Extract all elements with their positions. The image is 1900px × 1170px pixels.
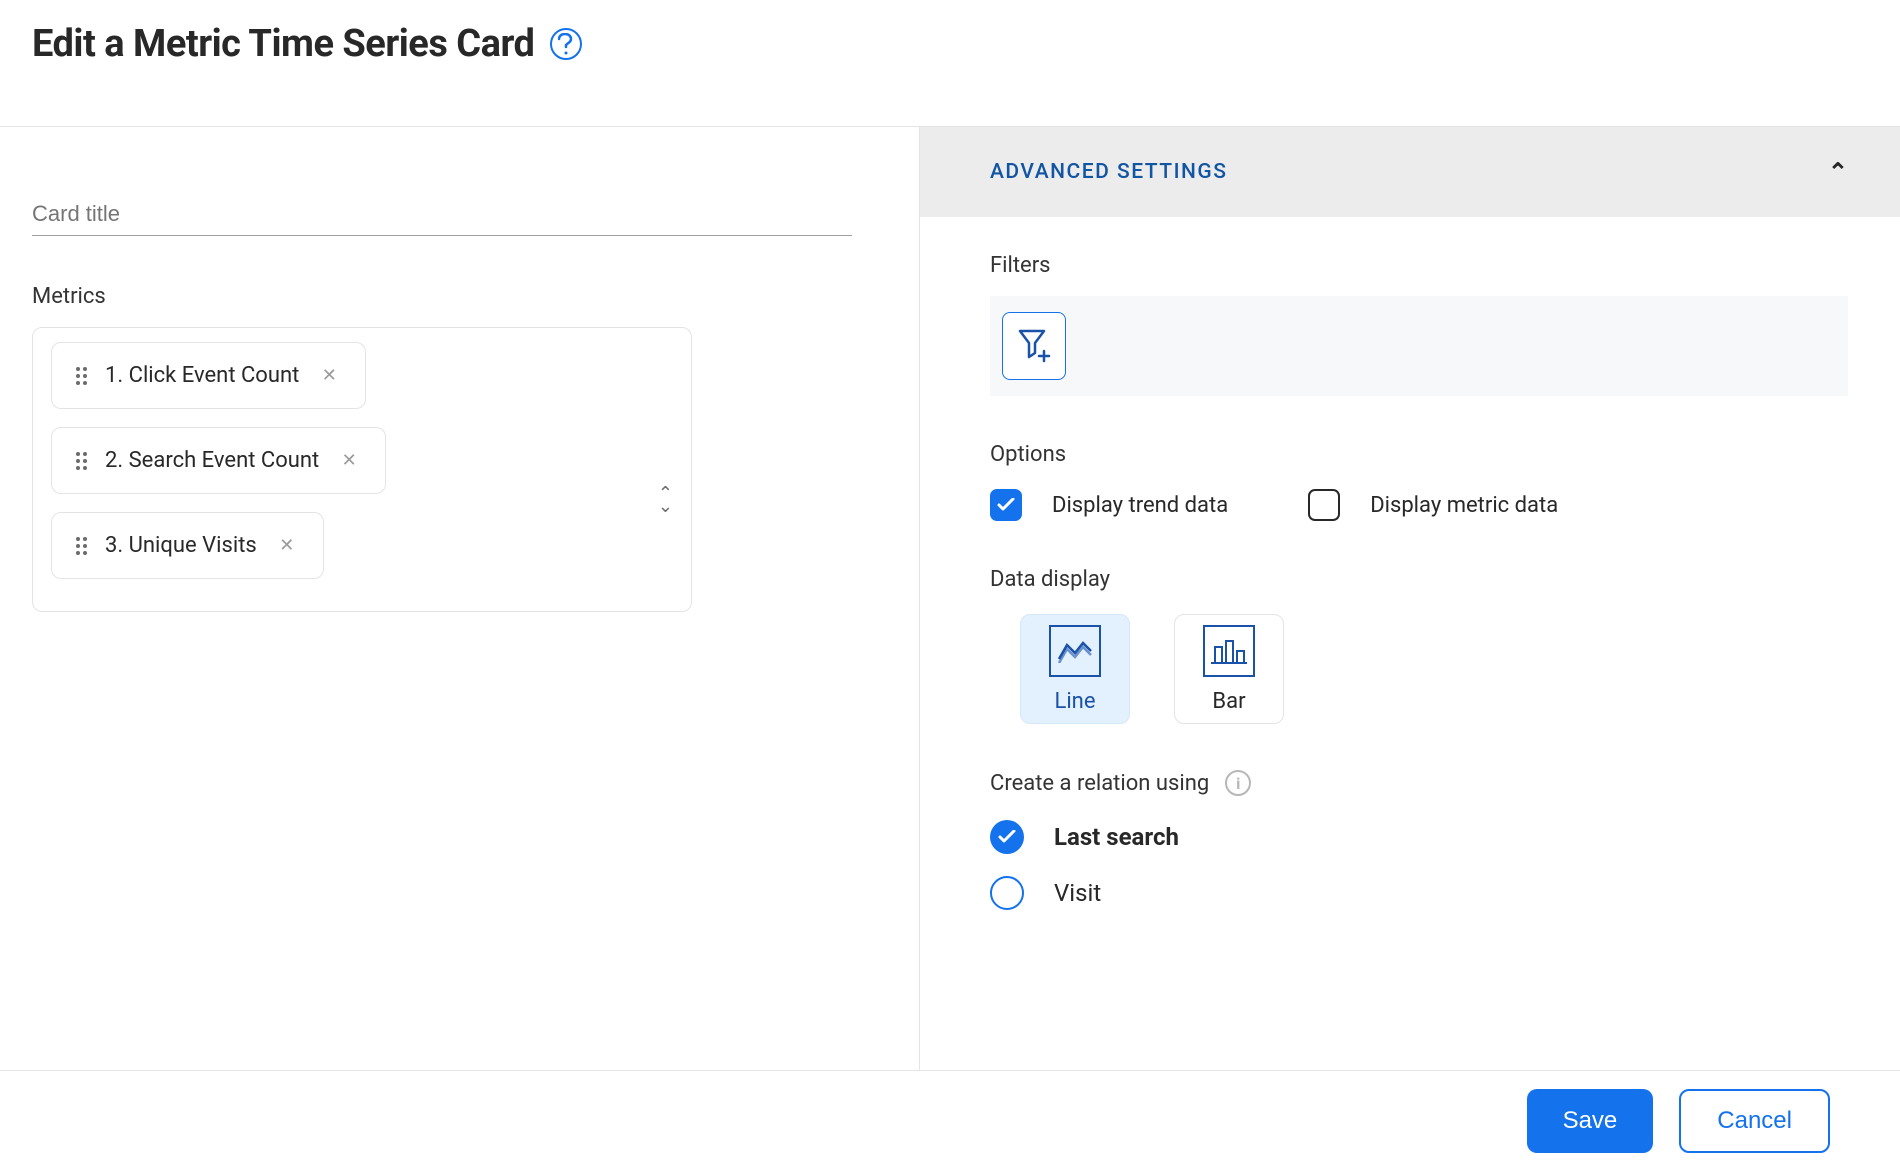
sort-caret-icon[interactable]: ⌃⌄ bbox=[658, 488, 673, 513]
radio-selected-icon bbox=[990, 820, 1024, 854]
data-display-line-label: Line bbox=[1054, 689, 1095, 714]
metrics-list: 1. Click Event Count ✕ 2. Search Event C… bbox=[32, 327, 692, 612]
radio-unselected-icon bbox=[990, 876, 1024, 910]
metric-item[interactable]: 1. Click Event Count ✕ bbox=[51, 342, 366, 409]
relation-last-search-label: Last search bbox=[1054, 823, 1179, 851]
display-metric-checkbox[interactable]: Display metric data bbox=[1308, 489, 1558, 521]
left-pane: Metrics 1. Click Event Count ✕ 2. Search… bbox=[0, 127, 920, 1070]
filters-box bbox=[990, 296, 1848, 396]
relation-label: Create a relation using bbox=[990, 771, 1209, 796]
drag-handle-icon[interactable] bbox=[76, 452, 87, 470]
relation-visit[interactable]: Visit bbox=[990, 876, 1848, 910]
info-icon[interactable]: i bbox=[1225, 770, 1251, 796]
data-display-line[interactable]: Line bbox=[1020, 614, 1130, 724]
advanced-settings-header[interactable]: ADVANCED SETTINGS ⌃ bbox=[920, 127, 1900, 217]
data-display-bar-label: Bar bbox=[1212, 689, 1245, 714]
drag-handle-icon[interactable] bbox=[76, 367, 87, 385]
relation-last-search[interactable]: Last search bbox=[990, 820, 1848, 854]
checkbox-checked-icon bbox=[990, 489, 1022, 521]
display-metric-label: Display metric data bbox=[1370, 493, 1558, 518]
page-header: Edit a Metric Time Series Card bbox=[0, 0, 1900, 66]
metric-label: 2. Search Event Count bbox=[105, 448, 319, 473]
drag-handle-icon[interactable] bbox=[76, 537, 87, 555]
checkbox-unchecked-icon bbox=[1308, 489, 1340, 521]
options-label: Options bbox=[990, 442, 1848, 467]
remove-metric-icon[interactable]: ✕ bbox=[337, 449, 361, 473]
data-display-bar[interactable]: Bar bbox=[1174, 614, 1284, 724]
metric-item[interactable]: 2. Search Event Count ✕ bbox=[51, 427, 386, 494]
question-mark-icon bbox=[558, 33, 574, 55]
line-chart-icon bbox=[1049, 625, 1101, 677]
chevron-up-icon: ⌃ bbox=[1828, 158, 1848, 186]
cancel-button[interactable]: Cancel bbox=[1679, 1089, 1830, 1153]
metric-label: 1. Click Event Count bbox=[105, 363, 299, 388]
remove-metric-icon[interactable]: ✕ bbox=[275, 534, 299, 558]
remove-metric-icon[interactable]: ✕ bbox=[317, 364, 341, 388]
data-display-label: Data display bbox=[990, 567, 1848, 592]
advanced-settings-title: ADVANCED SETTINGS bbox=[990, 160, 1227, 184]
card-title-input[interactable] bbox=[32, 197, 852, 236]
bar-chart-icon bbox=[1203, 625, 1255, 677]
display-trend-label: Display trend data bbox=[1052, 493, 1228, 518]
page-title: Edit a Metric Time Series Card bbox=[32, 22, 534, 66]
save-button[interactable]: Save bbox=[1527, 1089, 1654, 1153]
help-icon[interactable] bbox=[550, 28, 582, 60]
add-filter-button[interactable] bbox=[1002, 312, 1066, 380]
right-pane: ADVANCED SETTINGS ⌃ Filters Optio bbox=[920, 127, 1900, 1070]
metric-item[interactable]: 3. Unique Visits ✕ bbox=[51, 512, 324, 579]
display-trend-checkbox[interactable]: Display trend data bbox=[990, 489, 1228, 521]
filter-add-icon bbox=[1017, 327, 1051, 365]
filters-label: Filters bbox=[990, 253, 1848, 278]
relation-visit-label: Visit bbox=[1054, 879, 1101, 907]
metrics-label: Metrics bbox=[32, 284, 919, 309]
footer: Save Cancel bbox=[0, 1070, 1900, 1170]
metric-label: 3. Unique Visits bbox=[105, 533, 257, 558]
